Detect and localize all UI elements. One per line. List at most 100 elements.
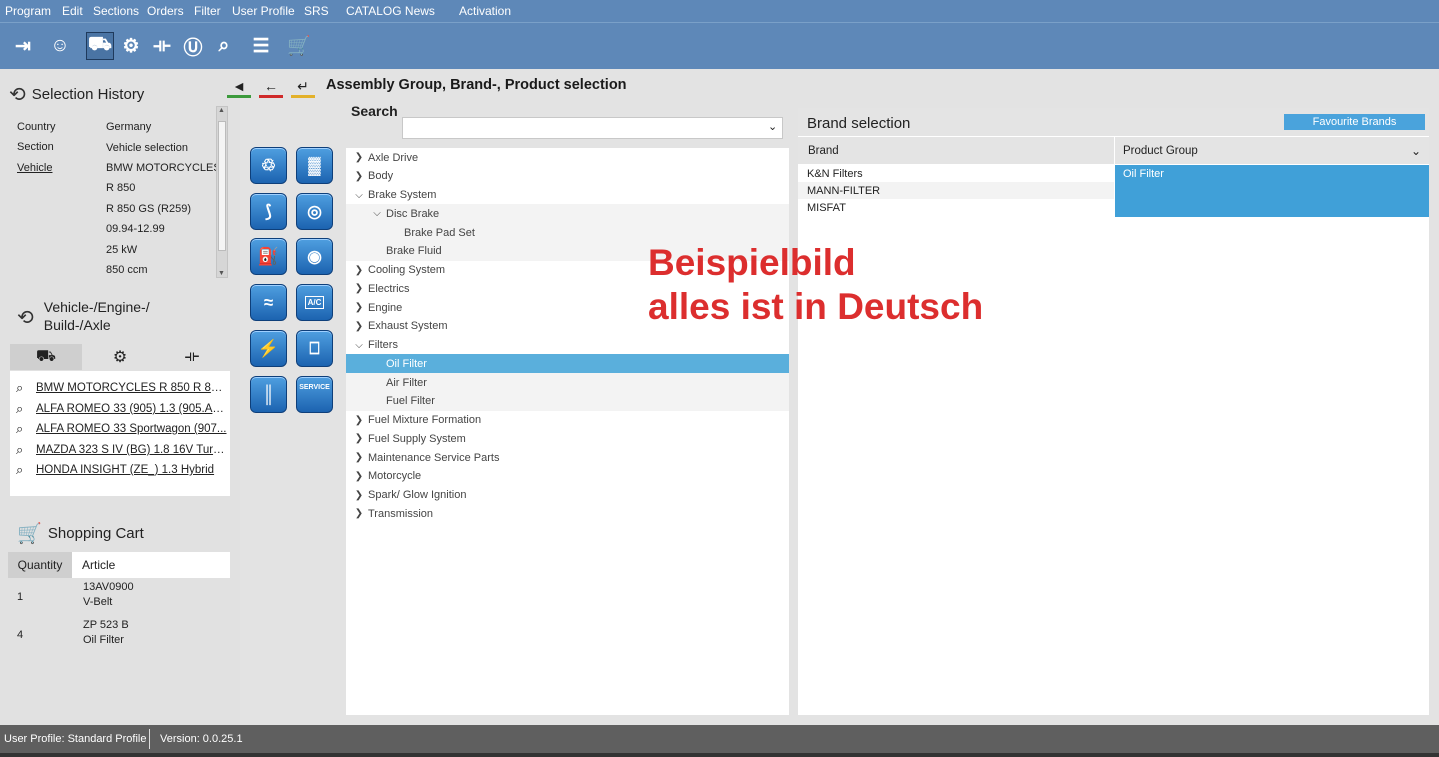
menu-sections[interactable]: Sections	[93, 4, 139, 18]
engine-block-icon[interactable]: ▓	[296, 147, 333, 184]
cart-col-article[interactable]: Article	[72, 552, 230, 578]
tree-item[interactable]: ❯ Fuel Mixture Formation	[346, 411, 789, 430]
recent-vehicle-label: ALFA ROMEO 33 Sportwagon (907...	[36, 423, 227, 435]
chevron-right-icon[interactable]: ❯	[352, 265, 366, 276]
engine-icon[interactable]: ⚙	[117, 32, 145, 60]
back-button-bar	[227, 95, 251, 98]
chevron-right-icon[interactable]: ❯	[352, 452, 366, 463]
menu-srs[interactable]: SRS	[304, 4, 329, 18]
tree-item[interactable]: ❯ Axle Drive	[346, 148, 789, 167]
ac-icon[interactable]: A/C	[296, 284, 333, 321]
tree-item[interactable]: Fuel Filter	[346, 391, 789, 411]
scroll-down-icon[interactable]: ▼	[218, 270, 225, 277]
recent-vehicle-item[interactable]: ⌕ ALFA ROMEO 33 Sportwagon (907...	[16, 421, 228, 437]
spark-plug-icon[interactable]: ⚡	[250, 330, 287, 367]
cart-item[interactable]: 13AV0900 V-Belt	[83, 580, 134, 610]
battery-icon[interactable]: ⎕	[296, 330, 333, 367]
chevron-right-icon[interactable]: ❯	[352, 508, 366, 519]
chevron-right-icon[interactable]: ❯	[352, 415, 366, 426]
brand-column-header[interactable]: Brand	[798, 137, 1114, 164]
tab-axle[interactable]: ⟛	[156, 344, 228, 370]
menu-orders[interactable]: Orders	[147, 4, 184, 18]
tree-item[interactable]: ⌵ Disc Brake	[346, 204, 789, 224]
scroll-up-icon[interactable]: ▲	[218, 107, 225, 114]
chevron-right-icon[interactable]: ❯	[352, 433, 366, 444]
product-group-cell[interactable]: Oil Filter	[1115, 165, 1429, 217]
menu-user-profile[interactable]: User Profile	[232, 4, 295, 18]
history-scrollbar[interactable]: ▲ ▼	[216, 106, 228, 278]
tree-item[interactable]: Brake Pad Set	[346, 223, 789, 242]
menu-program[interactable]: Program	[5, 4, 51, 18]
chevron-down-icon[interactable]: ⌵	[352, 340, 366, 351]
brand-row[interactable]: K&N Filters	[798, 165, 1114, 182]
search-label: Search	[351, 103, 398, 119]
chevron-right-icon[interactable]: ❯	[352, 283, 366, 294]
chevron-right-icon[interactable]: ❯	[352, 171, 366, 182]
chevron-right-icon[interactable]: ❯	[352, 152, 366, 163]
chevron-down-icon[interactable]: ⌵	[370, 208, 384, 219]
tree-item[interactable]: ❯ Maintenance Service Parts	[346, 448, 789, 467]
tab-engine[interactable]: ⚙	[84, 344, 156, 370]
brand-row[interactable]: MANN-FILTER	[798, 182, 1114, 199]
oil-canister-icon[interactable]: ⛽	[250, 238, 287, 275]
brand-row[interactable]: MISFAT	[798, 199, 1114, 216]
selection-history-header: ⟲ Selection History	[9, 82, 144, 107]
search-icon[interactable]: ⌕	[210, 32, 238, 60]
tab-vehicle[interactable]: ⛟	[10, 344, 82, 370]
cart-item[interactable]: ZP 523 B Oil Filter	[83, 618, 129, 648]
menu-activation[interactable]: Activation	[459, 4, 511, 18]
list-icon[interactable]: ☰	[247, 32, 275, 60]
chevron-down-icon[interactable]: ⌵	[352, 190, 366, 201]
cart-item-qty: 1	[17, 591, 24, 603]
return-button[interactable]: ↵	[291, 74, 315, 98]
u-icon[interactable]: Ⓤ	[179, 32, 207, 60]
search-input[interactable]	[402, 117, 783, 139]
axle-icon[interactable]: ⟛	[148, 32, 176, 60]
chevron-right-icon[interactable]: ❯	[352, 321, 366, 332]
previous-button[interactable]: ←	[259, 74, 283, 98]
vehicle-icon[interactable]: ⛟	[86, 32, 114, 60]
favourite-brands-button[interactable]: Favourite Brands	[1284, 114, 1425, 130]
filter-icon[interactable]: ◎	[296, 193, 333, 230]
service-icon[interactable]: SERVICE	[296, 376, 333, 413]
recent-vehicle-item[interactable]: ⌕ MAZDA 323 S IV (BG) 1.8 16V Turb...	[16, 442, 228, 458]
tree-item[interactable]: ❯ Motorcycle	[346, 467, 789, 486]
motorcycle-icon[interactable]: ♲	[250, 147, 287, 184]
chevron-right-icon[interactable]: ❯	[352, 471, 366, 482]
recent-vehicle-item[interactable]: ⌕ HONDA INSIGHT (ZE_) 1.3 Hybrid	[16, 462, 228, 478]
menu-edit[interactable]: Edit	[62, 4, 83, 18]
chevron-right-icon[interactable]: ❯	[352, 302, 366, 313]
product-group-column-header[interactable]: Product Group ⌄	[1115, 137, 1429, 164]
cart-icon[interactable]: 🛒	[285, 32, 313, 60]
tree-item[interactable]: Oil Filter	[346, 354, 789, 374]
brand-selection-panel: Brand selection Favourite Brands Brand P…	[798, 108, 1429, 715]
cart-col-quantity[interactable]: Quantity	[8, 552, 72, 578]
tree-item[interactable]: ❯ Transmission	[346, 504, 789, 523]
shopping-cart-header: 🛒 Shopping Cart	[17, 521, 144, 546]
tree-item[interactable]: ⌵ Brake System	[346, 186, 789, 205]
scroll-thumb[interactable]	[218, 121, 226, 251]
history-label-vehicle[interactable]: Vehicle	[17, 162, 52, 174]
menu-filter[interactable]: Filter	[194, 4, 221, 18]
history-icon: ⟲	[9, 84, 26, 106]
search-icon: ⌕	[16, 380, 24, 395]
tree-item[interactable]: ⌵ Filters	[346, 336, 789, 355]
chevron-down-icon[interactable]: ⌄	[1411, 144, 1421, 158]
brand-name: MISFAT	[807, 201, 846, 214]
recent-vehicle-item[interactable]: ⌕ ALFA ROMEO 33 (905) 1.3 (905.A1...	[16, 401, 228, 417]
tree-item[interactable]: Air Filter	[346, 373, 789, 392]
recent-vehicle-item[interactable]: ⌕ BMW MOTORCYCLES R 850 R 850...	[16, 380, 228, 396]
tree-item[interactable]: ❯ Body	[346, 167, 789, 186]
brake-disc-icon[interactable]: ◉	[296, 238, 333, 275]
user-icon[interactable]: ☺	[46, 32, 74, 60]
tree-item[interactable]: ❯ Fuel Supply System	[346, 429, 789, 448]
tree-item[interactable]: ❯ Spark/ Glow Ignition	[346, 486, 789, 505]
menu-catalog-news[interactable]: CATALOG News	[346, 4, 435, 18]
shock-absorber-icon[interactable]: ║	[250, 376, 287, 413]
exhaust-icon[interactable]: ≈	[250, 284, 287, 321]
suspension-icon[interactable]: ⟆	[250, 193, 287, 230]
back-button[interactable]: ◄	[227, 74, 251, 98]
chevron-down-icon[interactable]: ⌄	[768, 120, 777, 133]
exit-icon[interactable]: ⇥	[9, 32, 37, 60]
chevron-right-icon[interactable]: ❯	[352, 490, 366, 501]
